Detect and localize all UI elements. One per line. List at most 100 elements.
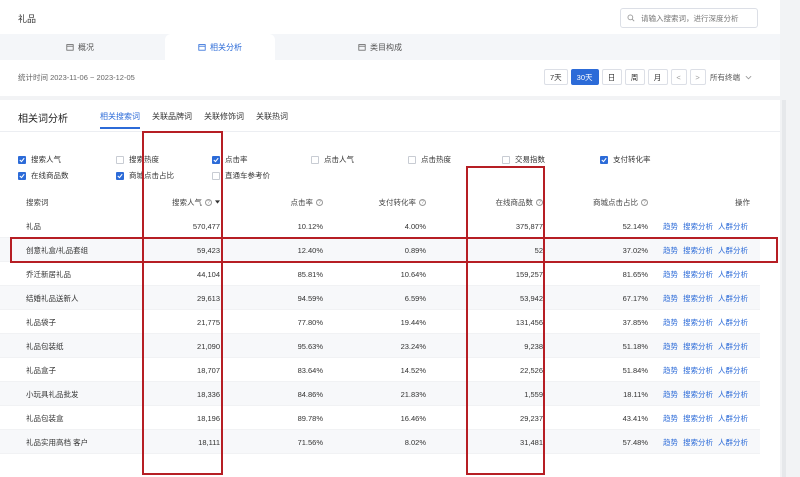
search-analysis-link[interactable]: 搜索分析 bbox=[683, 317, 713, 328]
range-30d-button[interactable]: 30天 bbox=[570, 69, 599, 85]
tab-category[interactable]: 类目构成 bbox=[350, 34, 410, 60]
crowd-analysis-link[interactable]: 人群分析 bbox=[718, 245, 748, 256]
header-search-popularity[interactable]: 搜索人气? bbox=[172, 193, 220, 211]
checkbox[interactable] bbox=[116, 171, 124, 180]
trend-link[interactable]: 趋势 bbox=[663, 365, 678, 376]
search-analysis-link[interactable]: 搜索分析 bbox=[683, 413, 713, 424]
range-7d-button[interactable]: 7天 bbox=[544, 69, 568, 85]
table-row: 礼品 570,477 10.12% 4.00% 375,877 52.14% 趋势 搜索分析人… bbox=[0, 214, 760, 238]
tab-modifier-words[interactable]: 关联修饰词 bbox=[204, 111, 244, 129]
search-analysis-link[interactable]: 搜索分析 bbox=[683, 437, 713, 448]
check-icon bbox=[117, 173, 123, 178]
trend-link[interactable]: 趋势 bbox=[663, 389, 678, 400]
cell-mall-click-share: 67.17% bbox=[622, 293, 648, 303]
header-ctr[interactable]: 点击率? bbox=[290, 193, 323, 211]
trend-link[interactable]: 趋势 bbox=[663, 269, 678, 280]
checkbox-option[interactable]: 直通车参考价 bbox=[212, 170, 270, 181]
checkbox-option[interactable]: 点击人气 bbox=[311, 154, 354, 165]
checkbox-option[interactable]: 搜索人气 bbox=[18, 154, 61, 165]
checkbox[interactable] bbox=[311, 155, 319, 164]
scrollbar[interactable] bbox=[782, 100, 786, 477]
tab-related-analysis[interactable]: 相关分析 bbox=[165, 34, 275, 60]
next-button[interactable]: > bbox=[689, 69, 706, 85]
checkbox-option[interactable]: 点击热度 bbox=[408, 154, 451, 165]
header-label: 点击率 bbox=[290, 197, 314, 207]
checkbox[interactable] bbox=[18, 171, 26, 180]
checkbox-option[interactable]: 交易指数 bbox=[502, 154, 545, 165]
checkbox[interactable] bbox=[212, 171, 220, 180]
crowd-analysis-link[interactable]: 人群分析 bbox=[718, 341, 748, 352]
crowd-analysis-link[interactable]: 人群分析 bbox=[718, 389, 748, 400]
header-label: 支付转化率 bbox=[378, 197, 417, 207]
search-analysis-link[interactable]: 搜索分析 bbox=[683, 341, 713, 352]
checkbox-label: 支付转化率 bbox=[613, 155, 651, 164]
crowd-analysis-link[interactable]: 人群分析 bbox=[718, 221, 748, 232]
search-input[interactable] bbox=[641, 13, 751, 23]
terminal-label: 所有终端 bbox=[710, 73, 740, 82]
tab-brand-words[interactable]: 关联品牌词 bbox=[152, 111, 192, 129]
trend-link[interactable]: 趋势 bbox=[663, 221, 678, 232]
checkbox-option[interactable]: 在线商品数 bbox=[18, 170, 69, 181]
table-row: 小玩具礼品批发 18,336 84.86% 21.83% 1,559 18.11% 趋势 搜索… bbox=[0, 382, 760, 406]
table-row: 结婚礼品送新人 29,613 94.59% 6.59% 53,942 67.17% 趋势 搜索… bbox=[0, 286, 760, 310]
trend-link[interactable]: 趋势 bbox=[663, 293, 678, 304]
checkbox[interactable] bbox=[408, 155, 416, 164]
search-analysis-link[interactable]: 搜索分析 bbox=[683, 365, 713, 376]
trend-link[interactable]: 趋势 bbox=[663, 341, 678, 352]
cell-mall-click-share: 37.85% bbox=[622, 317, 648, 327]
cell-mall-click-share: 43.41% bbox=[622, 413, 648, 423]
checkbox-option[interactable]: 商城点击占比 bbox=[116, 170, 174, 181]
checkbox-label: 直通车参考价 bbox=[225, 171, 270, 180]
cell-mall-click-share: 37.02% bbox=[622, 245, 648, 255]
header-online-items[interactable]: 在线商品数? bbox=[496, 193, 543, 211]
checkbox[interactable] bbox=[116, 155, 124, 164]
header: 礼品 概况 相关分析 类目构成 统计时间 2023-11-06 ~ 2023-1… bbox=[0, 0, 780, 96]
panel-tabs: 相关搜索词 关联品牌词 关联修饰词 关联热词 bbox=[100, 111, 300, 129]
trend-link[interactable]: 趋势 bbox=[663, 245, 678, 256]
checkbox-option[interactable]: 支付转化率 bbox=[600, 154, 651, 165]
tab-label: 类目构成 bbox=[370, 42, 402, 52]
range-week-button[interactable]: 周 bbox=[624, 69, 645, 85]
row-actions: 趋势 搜索分析 人群分析 bbox=[663, 358, 753, 382]
checkbox[interactable] bbox=[600, 155, 608, 164]
range-month-button[interactable]: 月 bbox=[647, 69, 668, 85]
check-icon bbox=[19, 173, 25, 178]
calendar-icon bbox=[66, 44, 74, 51]
checkbox-label: 搜索人气 bbox=[31, 155, 61, 164]
top-tabs: 概况 相关分析 类目构成 bbox=[0, 34, 780, 60]
row-actions: 趋势 搜索分析 人群分析 bbox=[663, 238, 753, 262]
header-label: 商城点击占比 bbox=[593, 197, 638, 207]
checkbox[interactable] bbox=[212, 155, 220, 164]
table-row: 创意礼盒/礼品套组 59,423 12.40% 0.89% 52 37.02% 趋势 搜索分析… bbox=[0, 238, 760, 262]
header-mall-click-share[interactable]: 商城点击占比? bbox=[593, 193, 648, 211]
checkbox[interactable] bbox=[502, 155, 510, 164]
panel-title: 相关词分析 bbox=[18, 114, 68, 125]
checkbox-option[interactable]: 点击率 bbox=[212, 154, 248, 165]
crowd-analysis-link[interactable]: 人群分析 bbox=[718, 269, 748, 280]
terminal-select[interactable]: 所有终端 bbox=[710, 72, 752, 83]
checkbox-label: 点击人气 bbox=[324, 155, 354, 164]
search-analysis-link[interactable]: 搜索分析 bbox=[683, 221, 713, 232]
search-analysis-link[interactable]: 搜索分析 bbox=[683, 293, 713, 304]
search-analysis-link[interactable]: 搜索分析 bbox=[683, 389, 713, 400]
search-analysis-link[interactable]: 搜索分析 bbox=[683, 245, 713, 256]
checkbox[interactable] bbox=[18, 155, 26, 164]
header-conversion[interactable]: 支付转化率? bbox=[378, 193, 426, 211]
trend-link[interactable]: 趋势 bbox=[663, 437, 678, 448]
crowd-analysis-link[interactable]: 人群分析 bbox=[718, 317, 748, 328]
tab-hot-words[interactable]: 关联热词 bbox=[256, 111, 288, 129]
trend-link[interactable]: 趋势 bbox=[663, 317, 678, 328]
prev-button[interactable]: < bbox=[670, 69, 687, 85]
trend-link[interactable]: 趋势 bbox=[663, 413, 678, 424]
crowd-analysis-link[interactable]: 人群分析 bbox=[718, 413, 748, 424]
crowd-analysis-link[interactable]: 人群分析 bbox=[718, 437, 748, 448]
range-day-button[interactable]: 日 bbox=[601, 69, 622, 85]
crowd-analysis-link[interactable]: 人群分析 bbox=[718, 293, 748, 304]
tab-related-search-words[interactable]: 相关搜索词 bbox=[100, 111, 140, 129]
search-analysis-link[interactable]: 搜索分析 bbox=[683, 269, 713, 280]
tab-overview[interactable]: 概况 bbox=[55, 34, 105, 60]
row-actions: 趋势 搜索分析 人群分析 bbox=[663, 262, 753, 286]
checkbox-option[interactable]: 搜索热度 bbox=[116, 154, 159, 165]
crowd-analysis-link[interactable]: 人群分析 bbox=[718, 365, 748, 376]
search-box[interactable] bbox=[620, 8, 758, 28]
